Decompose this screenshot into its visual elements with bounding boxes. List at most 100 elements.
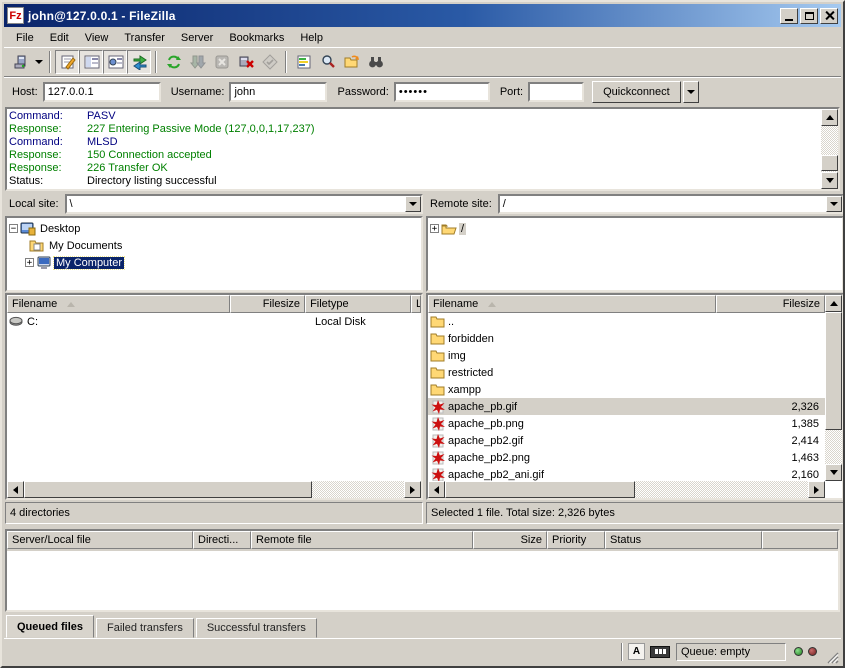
toggle-local-tree-button[interactable] bbox=[79, 50, 103, 74]
column-header-priority[interactable]: Priority bbox=[547, 531, 605, 549]
find-files-button[interactable] bbox=[363, 50, 387, 74]
remote-vertical-scrollbar[interactable] bbox=[825, 295, 842, 481]
column-header-server-local-file[interactable]: Server/Local file bbox=[7, 531, 193, 549]
folder-row[interactable]: forbidden bbox=[428, 330, 825, 347]
menu-server[interactable]: Server bbox=[173, 30, 221, 46]
process-queue-button[interactable] bbox=[185, 50, 209, 74]
reconnect-button[interactable] bbox=[257, 50, 281, 74]
column-header-size[interactable]: Size bbox=[473, 531, 547, 549]
tab-successful-transfers[interactable]: Successful transfers bbox=[196, 618, 317, 638]
log-label: Command: bbox=[9, 110, 87, 123]
column-header-filesize[interactable]: Filesize bbox=[716, 295, 825, 313]
file-row[interactable]: apache_pb2.png 1,463 bbox=[428, 449, 825, 466]
column-header-filesize[interactable]: Filesize bbox=[230, 295, 305, 313]
menu-transfer[interactable]: Transfer bbox=[116, 30, 173, 46]
menu-bookmarks[interactable]: Bookmarks bbox=[221, 30, 292, 46]
scrollbar-thumb[interactable] bbox=[445, 481, 635, 498]
local-site-dropdown-button[interactable] bbox=[405, 196, 421, 212]
tab-failed-transfers[interactable]: Failed transfers bbox=[96, 618, 194, 638]
column-header-lastmodified[interactable]: L bbox=[411, 295, 421, 313]
file-row[interactable]: apache_pb2.gif 2,414 bbox=[428, 432, 825, 449]
local-horizontal-scrollbar[interactable] bbox=[7, 481, 421, 498]
collapse-icon[interactable]: − bbox=[9, 224, 18, 233]
filter-button[interactable] bbox=[315, 50, 339, 74]
tab-queued-files[interactable]: Queued files bbox=[6, 615, 94, 638]
minimize-button[interactable] bbox=[780, 8, 798, 24]
title-bar[interactable]: Fz john@127.0.0.1 - FileZilla bbox=[4, 4, 841, 27]
file-row[interactable]: apache_pb.png 1,385 bbox=[428, 415, 825, 432]
queue-body[interactable] bbox=[7, 551, 838, 610]
file-name: .. bbox=[448, 316, 454, 328]
remote-site-label: Remote site: bbox=[426, 198, 498, 210]
disconnect-button[interactable] bbox=[233, 50, 257, 74]
column-header-filetype[interactable]: Filetype bbox=[305, 295, 411, 313]
folder-row[interactable]: restricted bbox=[428, 364, 825, 381]
username-input[interactable] bbox=[229, 82, 327, 102]
quickconnect-dropdown-button[interactable] bbox=[683, 81, 699, 103]
toggle-queue-button[interactable] bbox=[127, 50, 151, 74]
scroll-left-button[interactable] bbox=[7, 481, 24, 498]
local-site-combo[interactable]: \ bbox=[65, 194, 423, 214]
toggle-remote-tree-button[interactable] bbox=[103, 50, 127, 74]
close-icon bbox=[825, 11, 834, 20]
column-header-filename[interactable]: Filename bbox=[7, 295, 230, 313]
tree-item-my-documents[interactable]: My Documents bbox=[9, 237, 421, 254]
menu-help[interactable]: Help bbox=[292, 30, 331, 46]
column-header-direction[interactable]: Directi... bbox=[193, 531, 251, 549]
scroll-right-button[interactable] bbox=[404, 481, 421, 498]
folder-row[interactable]: .. bbox=[428, 313, 825, 330]
remote-horizontal-scrollbar[interactable] bbox=[428, 481, 825, 498]
scrollbar-thumb[interactable] bbox=[24, 481, 312, 498]
menu-edit[interactable]: Edit bbox=[42, 30, 77, 46]
file-row-selected[interactable]: apache_pb.gif 2,326 bbox=[428, 398, 825, 415]
speed-limit-icon[interactable] bbox=[650, 646, 670, 658]
file-row[interactable]: apache_pb2_ani.gif 2,160 bbox=[428, 466, 825, 481]
column-label: Filesize bbox=[783, 298, 820, 310]
folder-row[interactable]: img bbox=[428, 347, 825, 364]
log-line: Response:227 Entering Passive Mode (127,… bbox=[9, 123, 819, 136]
cancel-icon bbox=[214, 54, 230, 70]
scroll-down-button[interactable] bbox=[821, 172, 838, 189]
tree-item-my-computer[interactable]: + My Computer bbox=[9, 254, 421, 271]
password-input[interactable] bbox=[394, 82, 490, 102]
log-vertical-scrollbar[interactable] bbox=[821, 109, 838, 189]
tree-item-root[interactable]: + / bbox=[430, 220, 842, 237]
arrow-left-icon bbox=[434, 486, 439, 494]
refresh-button[interactable] bbox=[161, 50, 185, 74]
tree-item-desktop[interactable]: − Desktop bbox=[9, 220, 421, 237]
expand-icon[interactable]: + bbox=[25, 258, 34, 267]
scroll-left-button[interactable] bbox=[428, 481, 445, 498]
menu-view[interactable]: View bbox=[77, 30, 117, 46]
synchronized-browsing-button[interactable] bbox=[339, 50, 363, 74]
column-header-filename[interactable]: Filename bbox=[428, 295, 716, 313]
column-header-remote-file[interactable]: Remote file bbox=[251, 531, 473, 549]
directory-comparison-button[interactable] bbox=[291, 50, 315, 74]
data-type-indicator-icon[interactable]: A bbox=[628, 643, 645, 660]
scroll-up-button[interactable] bbox=[821, 109, 838, 126]
site-manager-button[interactable] bbox=[8, 50, 32, 74]
remote-status-bar: Selected 1 file. Total size: 2,326 bytes bbox=[426, 502, 844, 524]
folder-row[interactable]: xampp bbox=[428, 381, 825, 398]
site-manager-dropdown-button[interactable] bbox=[32, 50, 45, 74]
cancel-operation-button[interactable] bbox=[209, 50, 233, 74]
local-site-row: Local site: \ bbox=[5, 193, 423, 215]
scroll-right-button[interactable] bbox=[808, 481, 825, 498]
scroll-down-button[interactable] bbox=[825, 464, 842, 481]
resize-grip[interactable] bbox=[825, 650, 839, 664]
data-type-letter: A bbox=[633, 646, 640, 657]
close-button[interactable] bbox=[820, 8, 838, 24]
port-input[interactable] bbox=[528, 82, 584, 102]
scroll-up-button[interactable] bbox=[825, 295, 842, 312]
expand-icon[interactable]: + bbox=[430, 224, 439, 233]
remote-site-combo[interactable]: / bbox=[498, 194, 844, 214]
remote-site-dropdown-button[interactable] bbox=[826, 196, 842, 212]
scrollbar-thumb[interactable] bbox=[825, 312, 842, 430]
file-row-c-drive[interactable]: C: Local Disk bbox=[7, 313, 421, 330]
scrollbar-thumb[interactable] bbox=[821, 155, 838, 171]
quickconnect-button[interactable]: Quickconnect bbox=[592, 81, 681, 103]
maximize-button[interactable] bbox=[800, 8, 818, 24]
toggle-message-log-button[interactable] bbox=[55, 50, 79, 74]
column-header-status[interactable]: Status bbox=[605, 531, 762, 549]
menu-file[interactable]: File bbox=[8, 30, 42, 46]
host-input[interactable] bbox=[43, 82, 161, 102]
